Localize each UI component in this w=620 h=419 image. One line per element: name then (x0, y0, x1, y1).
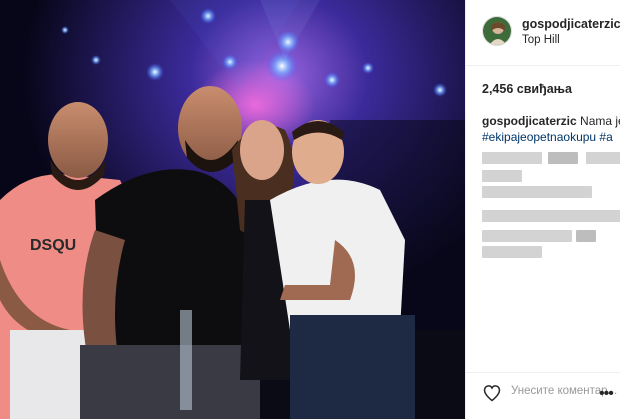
caption-text: Nama je (576, 114, 620, 128)
likes-count[interactable]: 2,456 свиђања (482, 82, 572, 96)
blurred-text (482, 210, 620, 222)
blurred-text (482, 170, 522, 182)
post-photo[interactable]: DSQU (0, 0, 465, 419)
shirt-print: DSQU (30, 237, 76, 254)
blurred-text (548, 152, 578, 164)
caption-hashtags[interactable]: #ekipajeopetnaokupu #a (482, 130, 613, 144)
post-username[interactable]: gospodjicaterzic (522, 17, 620, 31)
caption-username[interactable]: gospodjicaterzic (482, 114, 577, 128)
more-options-icon[interactable]: ••• (599, 385, 614, 403)
blurred-text (482, 186, 592, 198)
blurred-text (576, 230, 596, 242)
concert-scene: DSQU (0, 0, 465, 419)
comment-bar: Унесите коментар... ••• (466, 372, 620, 419)
blurred-text (482, 246, 542, 258)
avatar-image (483, 17, 511, 45)
post-location[interactable]: Top Hill (522, 34, 560, 46)
blurred-text (482, 230, 572, 242)
avatar[interactable] (482, 16, 512, 46)
blurred-text (586, 152, 620, 164)
post-sidebar: gospodjicaterzic Top Hill 2,456 свиђања … (465, 0, 620, 419)
post-header: gospodjicaterzic Top Hill (466, 0, 620, 66)
blurred-text (482, 152, 542, 164)
heart-icon[interactable] (482, 383, 502, 403)
caption: gospodjicaterzic Nama je (482, 114, 620, 128)
